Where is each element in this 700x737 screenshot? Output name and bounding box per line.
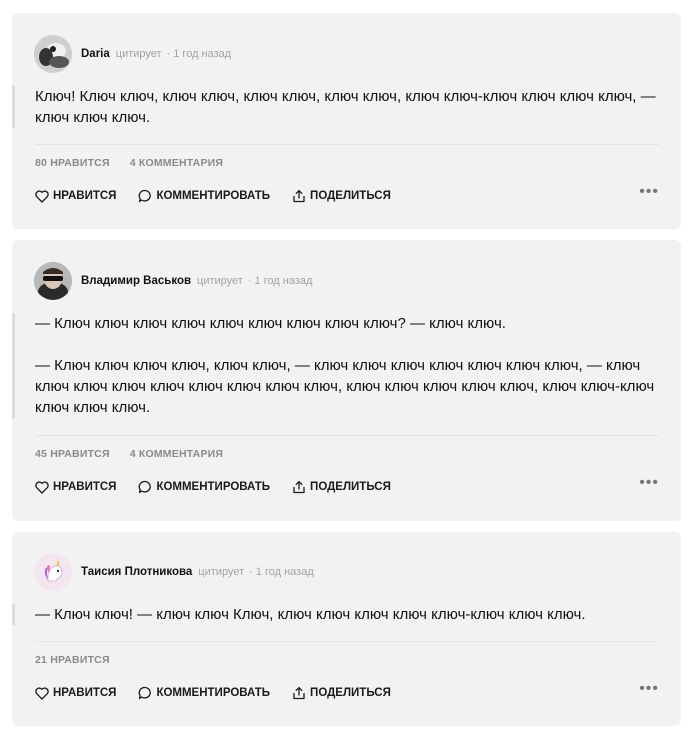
post-header: Таисия Плотникова цитирует · 1 год назад (34, 553, 314, 591)
post-stats: 21 НРАВИТСЯ (35, 654, 110, 666)
heart-icon (35, 686, 49, 700)
like-label: НРАВИТСЯ (53, 481, 117, 493)
author-name[interactable]: Daria (81, 48, 110, 60)
quote-bar (12, 604, 15, 625)
post-header: Daria цитирует · 1 год назад (34, 35, 231, 73)
quote-bar (12, 86, 15, 128)
post-meta: цитирует · 1 год назад (115, 48, 232, 60)
author-name[interactable]: Таисия Плотникова (81, 566, 192, 578)
quote-paragraph: — Ключ ключ ключ ключ, ключ ключ, — ключ… (35, 357, 655, 416)
comments-count[interactable]: 4 КОММЕНТАРИЯ (130, 448, 223, 460)
avatar[interactable] (34, 262, 72, 300)
divider (35, 641, 659, 642)
comment-label: КОММЕНТИРОВАТЬ (156, 481, 271, 493)
quote-text: Ключ! Ключ ключ, ключ ключ, ключ ключ, к… (35, 86, 665, 128)
post-card: Daria цитирует · 1 год назад Ключ! Ключ кл… (12, 13, 681, 229)
share-icon (293, 189, 305, 203)
avatar-image (34, 35, 72, 73)
like-button[interactable]: НРАВИТСЯ (35, 189, 117, 203)
author-name[interactable]: Владимир Васьков (81, 275, 191, 287)
share-icon (293, 686, 305, 700)
divider (35, 435, 659, 436)
post-actions: НРАВИТСЯ КОММЕНТИРОВАТЬ ПОДЕЛИТЬСЯ (35, 686, 413, 700)
post-meta: цитирует · 1 год назад (197, 275, 313, 287)
cites-label: цитирует (198, 566, 245, 578)
post-actions: НРАВИТСЯ КОММЕНТИРОВАТЬ ПОДЕЛИТЬСЯ (35, 480, 413, 494)
heart-icon (35, 189, 49, 203)
post-card: Владимир Васьков цитирует · 1 год назад — … (12, 240, 681, 521)
unicorn-icon (34, 553, 72, 591)
quote-bar (12, 313, 15, 419)
comment-label: КОММЕНТИРОВАТЬ (156, 190, 271, 202)
comment-button[interactable]: КОММЕНТИРОВАТЬ (138, 189, 270, 203)
like-label: НРАВИТСЯ (53, 190, 117, 202)
quote-paragraph: Ключ! Ключ ключ, ключ ключ, ключ ключ, к… (35, 88, 656, 126)
cites-label: цитирует (197, 275, 243, 287)
like-label: НРАВИТСЯ (53, 687, 117, 699)
likes-count[interactable]: 21 НРАВИТСЯ (35, 654, 110, 666)
share-button[interactable]: ПОДЕЛИТЬСЯ (292, 686, 391, 700)
share-button[interactable]: ПОДЕЛИТЬСЯ (292, 480, 391, 494)
post-time: 1 год назад (254, 275, 313, 287)
post-stats: 80 НРАВИТСЯ 4 КОММЕНТАРИЯ (35, 157, 223, 169)
quote-text: — Ключ ключ! — ключ ключ Ключ, ключ ключ… (35, 604, 665, 625)
heart-icon (35, 480, 49, 494)
quote-paragraph: — Ключ ключ! — ключ ключ Ключ, ключ ключ… (35, 606, 586, 623)
quote-text: — Ключ ключ ключ ключ ключ ключ ключ клю… (35, 313, 665, 418)
post-card: Таисия Плотникова цитирует · 1 год назад —… (12, 532, 681, 726)
like-button[interactable]: НРАВИТСЯ (35, 480, 117, 494)
more-icon[interactable]: ••• (639, 474, 659, 492)
share-button[interactable]: ПОДЕЛИТЬСЯ (292, 189, 391, 203)
more-icon[interactable]: ••• (639, 680, 659, 698)
cites-label: цитирует (115, 48, 162, 60)
quote-paragraph: — Ключ ключ ключ ключ ключ ключ ключ клю… (35, 315, 506, 332)
post-header: Владимир Васьков цитирует · 1 год назад (34, 262, 312, 300)
more-icon[interactable]: ••• (639, 183, 659, 201)
divider (35, 144, 659, 145)
share-label: ПОДЕЛИТЬСЯ (310, 687, 391, 699)
share-label: ПОДЕЛИТЬСЯ (310, 190, 391, 202)
post-actions: НРАВИТСЯ КОММЕНТИРОВАТЬ ПОДЕЛИТЬСЯ (35, 189, 413, 203)
share-icon (293, 480, 305, 494)
post-meta: цитирует · 1 год назад (198, 566, 314, 578)
comment-label: КОММЕНТИРОВАТЬ (156, 687, 271, 699)
comment-icon (139, 480, 152, 494)
comments-count[interactable]: 4 КОММЕНТАРИЯ (130, 157, 223, 169)
share-label: ПОДЕЛИТЬСЯ (310, 481, 391, 493)
post-stats: 45 НРАВИТСЯ 4 КОММЕНТАРИЯ (35, 448, 223, 460)
comment-button[interactable]: КОММЕНТИРОВАТЬ (138, 686, 270, 700)
avatar[interactable] (34, 35, 72, 73)
like-button[interactable]: НРАВИТСЯ (35, 686, 117, 700)
comment-icon (139, 686, 152, 700)
post-time: 1 год назад (255, 566, 314, 578)
avatar[interactable] (34, 553, 72, 591)
comment-button[interactable]: КОММЕНТИРОВАТЬ (138, 480, 270, 494)
post-time: 1 год назад (173, 48, 232, 60)
comment-icon (139, 189, 152, 203)
avatar-image (34, 262, 72, 300)
likes-count[interactable]: 45 НРАВИТСЯ (35, 448, 110, 460)
likes-count[interactable]: 80 НРАВИТСЯ (35, 157, 110, 169)
